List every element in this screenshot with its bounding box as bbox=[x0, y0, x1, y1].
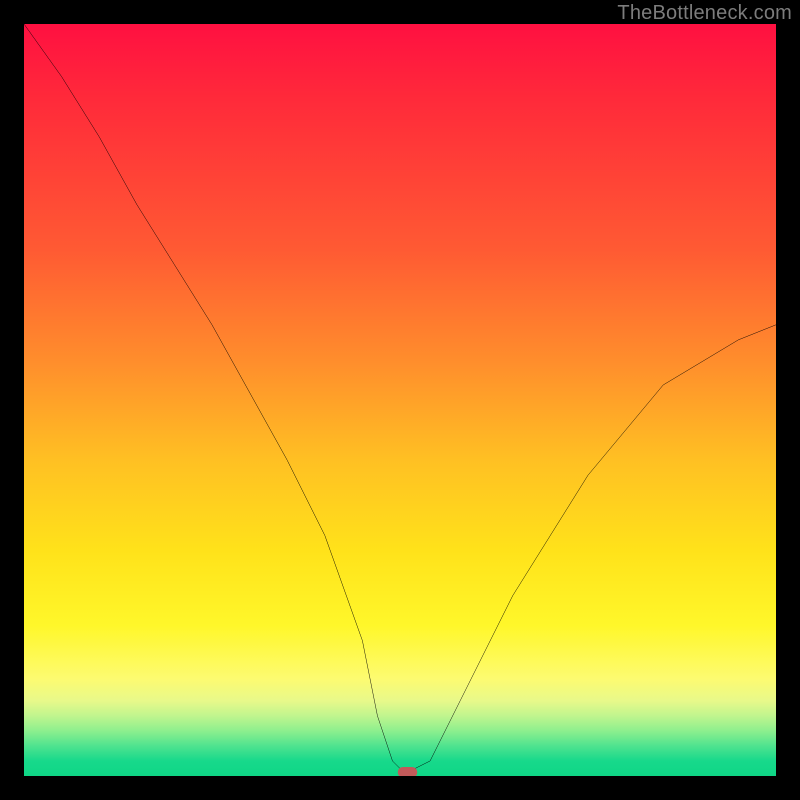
chart-stage: TheBottleneck.com bbox=[0, 0, 800, 800]
bottleneck-curve-path bbox=[24, 24, 776, 768]
chart-plot-area bbox=[24, 24, 776, 776]
min-marker bbox=[398, 767, 418, 776]
chart-svg bbox=[24, 24, 776, 776]
watermark-text: TheBottleneck.com bbox=[617, 2, 792, 25]
